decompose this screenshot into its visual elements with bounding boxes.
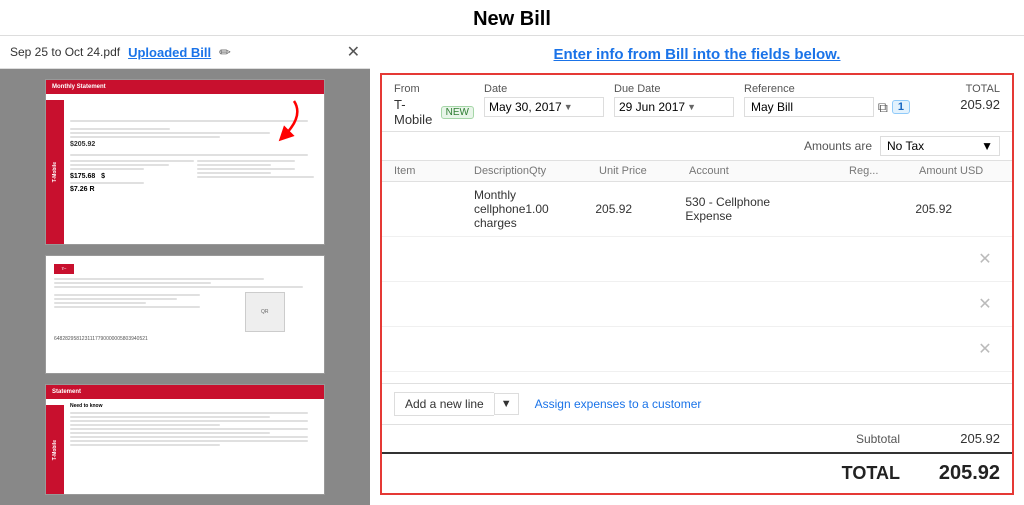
due-date-label: Due Date: [614, 83, 734, 95]
from-label: From: [394, 83, 474, 95]
uploaded-bill-link[interactable]: Uploaded Bill: [128, 45, 211, 60]
date-dropdown-arrow: ▼: [564, 102, 573, 112]
due-date-value: 29 Jun 2017: [619, 100, 685, 114]
form-header-row: From T-Mobile NEW Date May 30, 2017 ▼: [382, 75, 1012, 132]
pdf-filename: Sep 25 to Oct 24.pdf: [10, 45, 120, 59]
due-date-field-group: Due Date 29 Jun 2017 ▼: [614, 83, 734, 117]
left-panel-header: Sep 25 to Oct 24.pdf Uploaded Bill ✏ ✕: [0, 36, 370, 69]
left-panel: Sep 25 to Oct 24.pdf Uploaded Bill ✏ ✕ M…: [0, 36, 370, 505]
pdf-page-2: T~: [45, 255, 325, 375]
amounts-are-value: No Tax: [887, 139, 924, 153]
amounts-are-select[interactable]: No Tax ▼: [880, 136, 1000, 156]
table-row-empty-1: ✕: [382, 237, 1012, 282]
row-empty-1-delete-btn[interactable]: ✕: [970, 249, 1000, 269]
row1-amount: 205.92: [915, 202, 1012, 216]
from-value: T-Mobile: [394, 97, 434, 127]
table-row-empty-4: ✕: [382, 372, 1012, 383]
total-label-big: TOTAL: [842, 463, 900, 484]
reference-field-group: Reference ⧉ 1: [744, 83, 910, 117]
due-date-dropdown-arrow: ▼: [687, 102, 696, 112]
main-container: New Bill Sep 25 to Oct 24.pdf Uploaded B…: [0, 0, 1024, 505]
table-row: Monthly cellphone charges 1.00 205.92 53…: [382, 182, 1012, 237]
row1-unit-price: 205.92: [595, 202, 685, 216]
assign-expenses-link[interactable]: Assign expenses to a customer: [535, 397, 702, 411]
pdf-scroll-area[interactable]: Monthly Statement T-Mobile: [0, 69, 370, 505]
table-row-empty-3: ✕: [382, 327, 1012, 372]
table-header: Item Description Qty Unit Price Account …: [382, 161, 1012, 182]
reference-label: Reference: [744, 83, 910, 95]
right-panel: Enter info from Bill into the fields bel…: [370, 36, 1024, 505]
col-unit-price: Unit Price: [599, 165, 689, 177]
row1-description: Monthly cellphone charges: [474, 188, 525, 230]
amounts-are-label: Amounts are: [804, 139, 872, 153]
form-footer: Add a new line ▼ Assign expenses to a cu…: [382, 383, 1012, 493]
instruction-bar: Enter info from Bill into the fields bel…: [370, 36, 1024, 73]
total-header-value: 205.92: [920, 97, 1000, 112]
col-item: Item: [394, 165, 474, 177]
add-line-dropdown-button[interactable]: ▼: [494, 393, 519, 415]
date-label: Date: [484, 83, 604, 95]
subtotal-value: 205.92: [920, 431, 1000, 446]
amounts-row: Amounts are No Tax ▼: [382, 132, 1012, 161]
col-qty: Qty: [529, 165, 599, 177]
total-header-label: TOTAL: [920, 83, 1000, 95]
row-empty-3-delete-btn[interactable]: ✕: [970, 339, 1000, 359]
total-value-big: 205.92: [920, 462, 1000, 485]
reference-count-badge: 1: [892, 100, 910, 114]
table-body: Monthly cellphone charges 1.00 205.92 53…: [382, 182, 1012, 383]
col-reg: Reg...: [849, 165, 919, 177]
row1-account: 530 - CellphoneExpense: [685, 195, 845, 223]
col-description: Description: [474, 165, 529, 177]
date-value: May 30, 2017: [489, 100, 562, 114]
due-date-dropdown[interactable]: 29 Jun 2017 ▼: [614, 97, 734, 117]
edit-icon[interactable]: ✏: [219, 44, 231, 61]
row1-qty: 1.00: [525, 202, 595, 216]
add-line-row: Add a new line ▼ Assign expenses to a cu…: [382, 384, 1012, 425]
amounts-dropdown-arrow: ▼: [981, 139, 993, 153]
new-badge: NEW: [441, 106, 474, 119]
close-pdf-icon[interactable]: ✕: [347, 42, 360, 62]
page-title: New Bill: [0, 0, 1024, 36]
date-dropdown[interactable]: May 30, 2017 ▼: [484, 97, 604, 117]
pdf-page-1: Monthly Statement T-Mobile: [45, 79, 325, 245]
add-line-button[interactable]: Add a new line: [394, 392, 494, 416]
row-empty-2-delete-btn[interactable]: ✕: [970, 294, 1000, 314]
subtotal-row: Subtotal 205.92: [382, 425, 1012, 452]
total-field-group: TOTAL 205.92: [920, 83, 1000, 112]
title-text: New Bill: [473, 8, 551, 30]
form-container: From T-Mobile NEW Date May 30, 2017 ▼: [380, 73, 1014, 495]
content-area: Sep 25 to Oct 24.pdf Uploaded Bill ✏ ✕ M…: [0, 36, 1024, 505]
table-row-empty-2: ✕: [382, 282, 1012, 327]
col-account: Account: [689, 165, 849, 177]
col-amount-usd: Amount USD: [919, 165, 1014, 177]
pdf-page-3: Statement T-Mobile Need to know: [45, 384, 325, 495]
reference-input[interactable]: [744, 97, 874, 117]
instruction-text: Enter info from Bill into the fields bel…: [554, 46, 841, 63]
from-field-group: From T-Mobile NEW: [394, 83, 474, 127]
copy-icon[interactable]: ⧉: [878, 99, 888, 116]
total-row: TOTAL 205.92: [382, 452, 1012, 493]
subtotal-label: Subtotal: [856, 432, 900, 446]
date-field-group: Date May 30, 2017 ▼: [484, 83, 604, 117]
